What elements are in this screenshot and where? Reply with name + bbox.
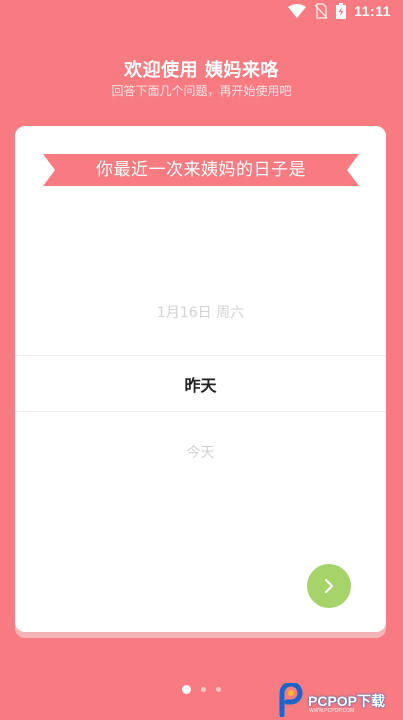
picker-option-prev[interactable]: 1月16日 周六 bbox=[15, 302, 386, 322]
page-dot-2[interactable] bbox=[201, 687, 206, 692]
status-time: 11:11 bbox=[354, 3, 391, 19]
picker-divider-top bbox=[15, 355, 386, 356]
question-card: 你最近一次来姨妈的日子是 1月16日 周六 昨天 今天 bbox=[15, 126, 386, 632]
page-subtitle: 回答下面几个问题，再开始使用吧 bbox=[111, 84, 292, 98]
battery-charging-icon bbox=[336, 3, 347, 19]
pcpop-logo-icon bbox=[279, 683, 303, 717]
status-bar: 11:11 bbox=[0, 0, 403, 26]
next-button[interactable] bbox=[307, 564, 351, 608]
question-ribbon: 你最近一次来姨妈的日子是 bbox=[43, 152, 359, 188]
page-dot-1[interactable] bbox=[182, 685, 191, 694]
chevron-right-icon bbox=[324, 578, 334, 594]
picker-option-selected[interactable]: 昨天 bbox=[15, 372, 386, 396]
page-title: 欢迎使用 姨妈来咯 bbox=[124, 60, 279, 81]
question-text: 你最近一次来姨妈的日子是 bbox=[96, 160, 306, 180]
picker-option-next[interactable]: 今天 bbox=[15, 442, 386, 462]
wifi-icon bbox=[288, 4, 307, 18]
page-dot-3[interactable] bbox=[216, 687, 221, 692]
picker-divider-bottom bbox=[15, 411, 386, 412]
watermark-subtext: WWW.PCPOP.COM bbox=[309, 708, 355, 714]
watermark: PCPOP下载 WWW.PCPOP.COM bbox=[278, 683, 403, 720]
status-icons: 11:11 bbox=[288, 3, 391, 19]
no-sim-icon bbox=[314, 3, 328, 19]
